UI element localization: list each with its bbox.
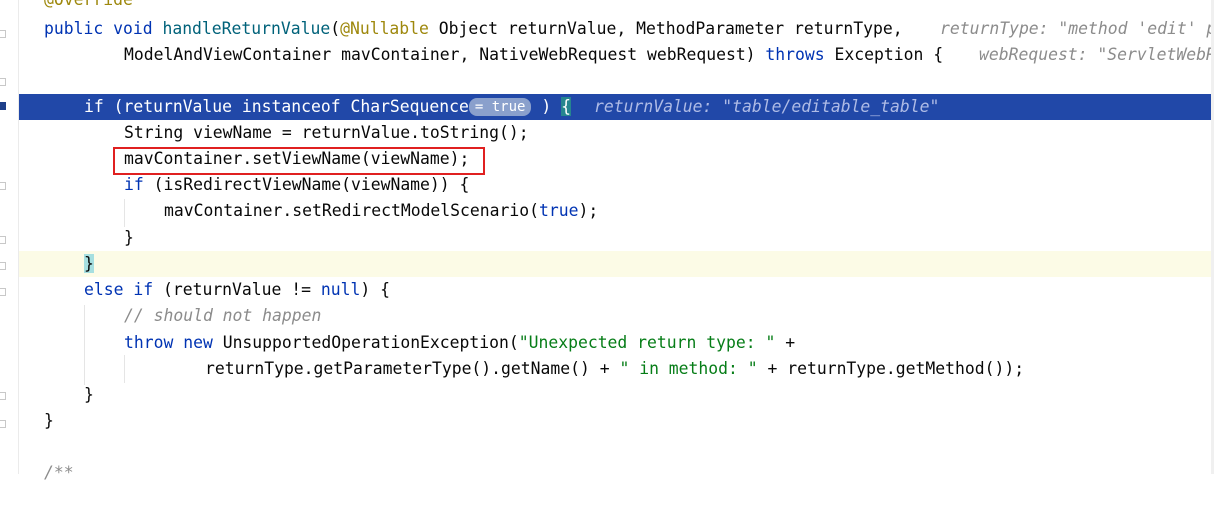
code-text: returnType.getParameterType().getName() … [205, 359, 1025, 378]
code-line[interactable]: } [19, 382, 1214, 408]
code-line[interactable]: mavContainer.setRedirectModelScenario(tr… [19, 198, 1214, 224]
code-text: throw new UnsupportedOperationException(… [124, 333, 796, 352]
brace-match: } [84, 254, 94, 273]
inline-debug-hint: returnValue: "table/editable_table" [594, 97, 940, 116]
code-line[interactable]: throw new UnsupportedOperationException(… [19, 330, 1214, 356]
code-text: } [84, 385, 94, 404]
code-line[interactable]: } [19, 408, 1214, 434]
fold-marker-icon[interactable] [0, 30, 6, 38]
brace-match: { [561, 97, 571, 116]
current-line[interactable]: } [19, 251, 1214, 277]
code-text: } [124, 228, 134, 247]
code-comment: /** [44, 463, 74, 482]
code-text: } [44, 411, 54, 430]
annotation-token: @Override [44, 0, 133, 13]
fold-marker-icon[interactable] [0, 262, 6, 270]
code-line[interactable]: ModelAndViewContainer mavContainer, Nati… [19, 42, 1214, 68]
code-text: if (isRedirectViewName(viewName)) { [124, 175, 470, 194]
code-comment: // should not happen [124, 306, 322, 325]
code-line[interactable]: else if (returnValue != null) { [19, 277, 1214, 303]
code-line[interactable]: /** [19, 460, 1214, 486]
code-line[interactable]: // should not happen [19, 303, 1214, 329]
code-text: String viewName = returnValue.toString()… [124, 123, 529, 142]
code-text: if (returnValue instanceof CharSequence =… [84, 97, 571, 116]
inline-debug-hint: returnType: "method 'edit' p [940, 19, 1214, 38]
code-line[interactable]: } [19, 225, 1214, 251]
evaluation-badge: = true [468, 98, 532, 116]
fold-marker-icon[interactable] [0, 392, 6, 400]
code-text: ModelAndViewContainer mavContainer, Nati… [124, 45, 944, 64]
fold-marker-icon[interactable] [0, 182, 6, 190]
code-text: mavContainer.setRedirectModelScenario(tr… [164, 201, 599, 220]
fold-marker-icon[interactable] [0, 420, 6, 428]
code-text: else if (returnValue != null) { [84, 280, 390, 299]
code-line[interactable]: if (isRedirectViewName(viewName)) { [19, 172, 1214, 198]
annotation-red-box [113, 147, 485, 175]
code-line[interactable]: public void handleReturnValue(@Nullable … [19, 16, 1214, 42]
code-line[interactable]: String viewName = returnValue.toString()… [19, 120, 1214, 146]
fold-marker-icon[interactable] [0, 102, 6, 110]
code-text: } [84, 251, 94, 277]
code-line[interactable]: returnType.getParameterType().getName() … [19, 356, 1214, 382]
fold-marker-icon[interactable] [0, 236, 6, 244]
execution-line[interactable]: if (returnValue instanceof CharSequence =… [19, 94, 1214, 120]
fold-marker-icon[interactable] [0, 78, 6, 86]
code-line[interactable]: @Override [19, 0, 1214, 13]
fold-marker-icon[interactable] [0, 288, 6, 296]
code-text: public void handleReturnValue(@Nullable … [44, 19, 903, 38]
inline-debug-hint: webRequest: "ServletWebR [979, 45, 1214, 64]
